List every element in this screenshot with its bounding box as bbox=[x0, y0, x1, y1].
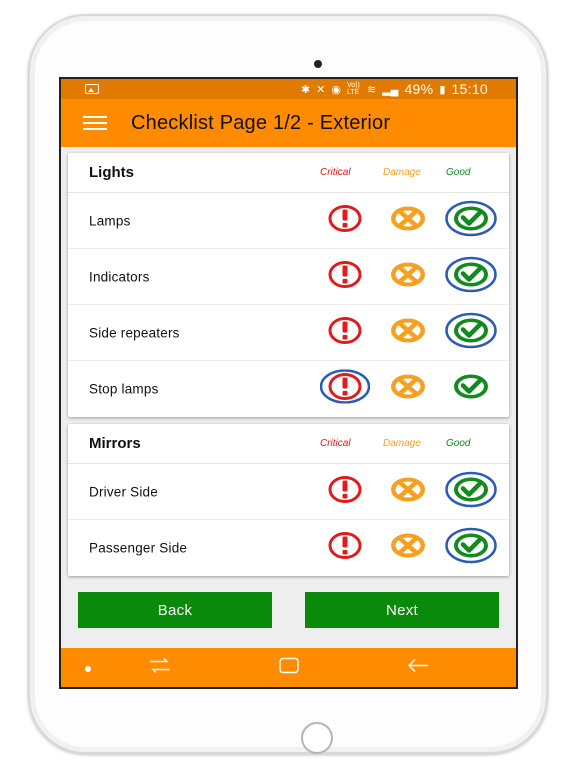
critical-icon[interactable] bbox=[327, 531, 363, 566]
section-header: Mirrors Critical Damage Good bbox=[68, 424, 509, 464]
navigation-bar bbox=[61, 648, 516, 687]
damage-icon[interactable] bbox=[389, 259, 427, 294]
damage-icon[interactable] bbox=[389, 531, 427, 566]
good-icon[interactable] bbox=[445, 471, 497, 512]
column-header-good: Good bbox=[446, 167, 471, 178]
checklist-row: Driver Side bbox=[68, 464, 509, 520]
camera-icon bbox=[314, 60, 322, 68]
critical-icon[interactable] bbox=[327, 315, 363, 350]
network-label: Vo)) LTE bbox=[346, 82, 360, 96]
checklist-row: Stop lamps bbox=[68, 361, 509, 417]
checklist-row: Side repeaters bbox=[68, 305, 509, 361]
column-header-critical: Critical bbox=[320, 167, 351, 178]
back-button[interactable]: Back bbox=[78, 592, 272, 628]
alarm-icon: ◉ bbox=[331, 83, 341, 96]
column-header-damage: Damage bbox=[383, 167, 421, 178]
checklist-row: Lamps bbox=[68, 193, 509, 249]
image-icon bbox=[85, 83, 99, 94]
checklist-row: Passenger Side bbox=[68, 520, 509, 576]
good-icon[interactable] bbox=[445, 200, 497, 241]
checklist-item-label: Driver Side bbox=[89, 484, 158, 499]
checklist-item-label: Side repeaters bbox=[89, 325, 180, 340]
next-button[interactable]: Next bbox=[305, 592, 499, 628]
checklist-item-label: Indicators bbox=[89, 269, 150, 284]
home-icon[interactable] bbox=[279, 657, 299, 678]
good-icon[interactable] bbox=[452, 372, 490, 407]
recent-apps-icon[interactable] bbox=[149, 657, 171, 678]
section-title: Lights bbox=[89, 164, 134, 181]
section-card-lights: Lights Critical Damage Good Lamps Indica… bbox=[68, 153, 509, 417]
good-icon[interactable] bbox=[445, 527, 497, 569]
bluetooth-icon: ✱ bbox=[300, 83, 311, 96]
good-icon[interactable] bbox=[445, 256, 497, 297]
clock: 15:10 bbox=[451, 81, 488, 97]
damage-icon[interactable] bbox=[389, 474, 427, 509]
critical-icon[interactable] bbox=[327, 474, 363, 509]
column-header-good: Good bbox=[446, 438, 471, 449]
app-bar: Checklist Page 1/2 - Exterior bbox=[61, 99, 516, 147]
checklist-item-label: Stop lamps bbox=[89, 381, 159, 397]
checklist-row: Indicators bbox=[68, 249, 509, 305]
section-header: Lights Critical Damage Good bbox=[68, 153, 509, 193]
wifi-icon: ≋ bbox=[366, 83, 377, 96]
menu-icon[interactable] bbox=[83, 116, 107, 130]
checklist-item-label: Lamps bbox=[89, 213, 131, 228]
critical-icon[interactable] bbox=[327, 259, 363, 294]
signal-icon: ▂▄ bbox=[382, 83, 399, 96]
status-bar: ✱ ✕ ◉ Vo)) LTE ≋ ▂▄ 49% ▮ 15:10 bbox=[61, 79, 516, 99]
damage-icon[interactable] bbox=[389, 315, 427, 350]
damage-icon[interactable] bbox=[389, 372, 427, 407]
page-title: Checklist Page 1/2 - Exterior bbox=[131, 111, 391, 134]
dot-icon[interactable] bbox=[85, 659, 91, 677]
column-header-critical: Critical bbox=[320, 438, 351, 449]
screen: ✱ ✕ ◉ Vo)) LTE ≋ ▂▄ 49% ▮ 15:10 Checklis… bbox=[59, 77, 518, 689]
hardware-home-button[interactable] bbox=[301, 722, 333, 754]
column-header-damage: Damage bbox=[383, 438, 421, 449]
checklist-item-label: Passenger Side bbox=[89, 540, 188, 556]
battery-text: 49% bbox=[404, 81, 434, 97]
back-arrow-icon[interactable] bbox=[407, 658, 429, 677]
battery-icon: ▮ bbox=[439, 83, 446, 96]
critical-icon[interactable] bbox=[319, 369, 371, 409]
mute-icon: ✕ bbox=[316, 83, 326, 96]
damage-icon[interactable] bbox=[389, 203, 427, 238]
critical-icon[interactable] bbox=[327, 203, 363, 238]
section-card-mirrors: Mirrors Critical Damage Good Driver Side… bbox=[68, 424, 509, 576]
good-icon[interactable] bbox=[445, 312, 497, 353]
section-title: Mirrors bbox=[89, 435, 141, 452]
